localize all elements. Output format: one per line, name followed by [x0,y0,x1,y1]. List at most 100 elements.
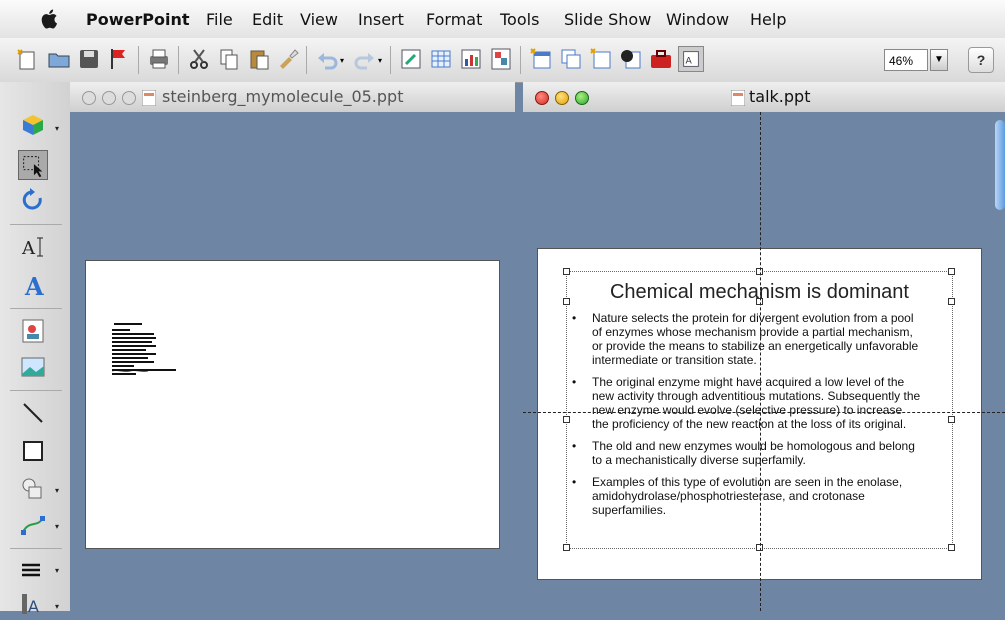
print-icon[interactable] [146,46,172,72]
toolbar-separator [178,46,179,74]
ppt-document-icon [731,90,745,106]
font-color-dropdown-icon[interactable]: ▾ [55,602,59,611]
line-style-icon[interactable] [18,554,48,584]
open-folder-icon[interactable] [46,46,72,72]
window-title: steinberg_mymolecule_05.ppt [162,87,404,106]
bullet-item[interactable]: Nature selects the protein for divergent… [572,311,922,367]
close-button-inactive[interactable] [82,91,96,105]
insert-table-icon[interactable] [428,46,454,72]
close-button[interactable] [535,91,549,105]
format-painter-icon[interactable] [276,46,302,72]
zoom-dropdown-button[interactable]: ▼ [930,49,948,71]
apple-menu-icon[interactable] [38,7,62,31]
shapes-cube-icon[interactable] [18,110,48,140]
toolbar-separator [520,46,521,74]
duplicate-slide-icon[interactable] [558,46,584,72]
new-slide-icon[interactable] [14,46,40,72]
line-style-dropdown-icon[interactable]: ▾ [55,566,59,575]
slide-body-text[interactable]: Nature selects the protein for divergent… [572,311,922,525]
wordart-icon[interactable]: A [18,270,48,300]
bullet-item[interactable]: The original enzyme might have acquired … [572,375,922,431]
svg-text:A: A [28,597,39,616]
menu-format[interactable]: Format [426,10,482,29]
autoshapes-icon[interactable] [18,474,48,504]
palette-separator [10,308,62,309]
text-box-icon[interactable]: A [18,232,48,262]
slide-editing-area-right[interactable]: Chemical mechanism is dominant Nature se… [523,112,1005,611]
window-title: talk.ppt [749,87,811,106]
flag-icon[interactable] [106,46,132,72]
copy-icon[interactable] [216,46,242,72]
resize-handle[interactable] [948,268,955,275]
autoshapes-dropdown-icon[interactable]: ▾ [55,486,59,495]
zoom-button[interactable] [575,91,589,105]
menu-help[interactable]: Help [750,10,786,29]
resize-handle[interactable] [563,416,570,423]
menu-tools[interactable]: Tools [500,10,539,29]
clip-art-icon[interactable] [18,316,48,346]
new-slide-layout-icon[interactable] [528,46,554,72]
palette-separator [10,548,62,549]
undo-dropdown-icon[interactable]: ▾ [340,56,348,82]
rotate-icon[interactable] [18,186,48,216]
line-tool-icon[interactable] [18,398,48,428]
minimize-button[interactable] [555,91,569,105]
save-icon[interactable] [76,46,102,72]
connectors-dropdown-icon[interactable]: ▾ [55,522,59,531]
picture-icon[interactable] [18,352,48,382]
zoom-field[interactable]: 46% [884,49,928,71]
background-icon[interactable] [618,46,644,72]
formatting-palette-icon[interactable]: A [678,46,704,72]
toolbar-separator [138,46,139,74]
slide-canvas[interactable] [86,261,499,548]
menu-window[interactable]: Window [666,10,729,29]
select-arrow-icon[interactable] [18,150,48,180]
cut-icon[interactable] [186,46,212,72]
insert-chart-icon[interactable] [458,46,484,72]
minimize-button-inactive[interactable] [102,91,116,105]
drawing-palette: ▾ A A ▾ ▾ ▾ A ▾ [0,82,71,616]
menu-app-name[interactable]: PowerPoint [86,10,189,29]
svg-text:A: A [21,238,36,259]
font-color-icon[interactable]: A [18,590,48,620]
toolbox-icon[interactable] [648,46,674,72]
menu-view[interactable]: View [300,10,338,29]
resize-handle[interactable] [948,544,955,551]
ppt-document-icon [142,90,156,106]
resize-handle[interactable] [563,544,570,551]
menu-file[interactable]: File [206,10,233,29]
redo-icon[interactable] [352,46,378,72]
palette-separator [10,224,62,225]
rectangle-tool-icon[interactable] [18,436,48,466]
resize-handle[interactable] [948,416,955,423]
slide-text-thumbnail[interactable] [112,323,192,383]
slide-layout-icon[interactable] [588,46,614,72]
zoom-button-inactive[interactable] [122,91,136,105]
horizontal-guide[interactable] [523,412,1005,413]
menu-bar: PowerPoint File Edit View Insert Format … [0,0,1005,39]
standard-toolbar: ▾ ▾ A 46% ▼ ? [0,38,1005,83]
help-icon[interactable]: ? [968,47,994,73]
redo-dropdown-icon[interactable]: ▾ [378,56,386,82]
menu-edit[interactable]: Edit [252,10,283,29]
shapes-dropdown-icon[interactable]: ▾ [55,124,59,133]
svg-text:A: A [24,272,44,300]
slide-editing-area-left[interactable] [70,112,515,611]
insert-picture-icon[interactable] [488,46,514,72]
svg-text:A: A [685,56,692,67]
menu-insert[interactable]: Insert [358,10,404,29]
undo-icon[interactable] [314,46,340,72]
toolbar-separator [306,46,307,74]
insert-text-icon[interactable] [398,46,424,72]
bullet-item[interactable]: The old and new enzymes would be homolog… [572,439,922,467]
toolbar-separator [390,46,391,74]
paste-icon[interactable] [246,46,272,72]
vertical-scrollbar-thumb[interactable] [995,120,1005,210]
window-titlebar-left[interactable]: steinberg_mymolecule_05.ppt [70,82,515,113]
connectors-icon[interactable] [18,510,48,540]
menu-slide-show[interactable]: Slide Show [564,10,651,29]
bullet-item[interactable]: Examples of this type of evolution are s… [572,475,922,517]
window-titlebar-right[interactable]: talk.ppt [523,82,1005,113]
resize-handle[interactable] [563,268,570,275]
vertical-guide[interactable] [760,112,761,611]
